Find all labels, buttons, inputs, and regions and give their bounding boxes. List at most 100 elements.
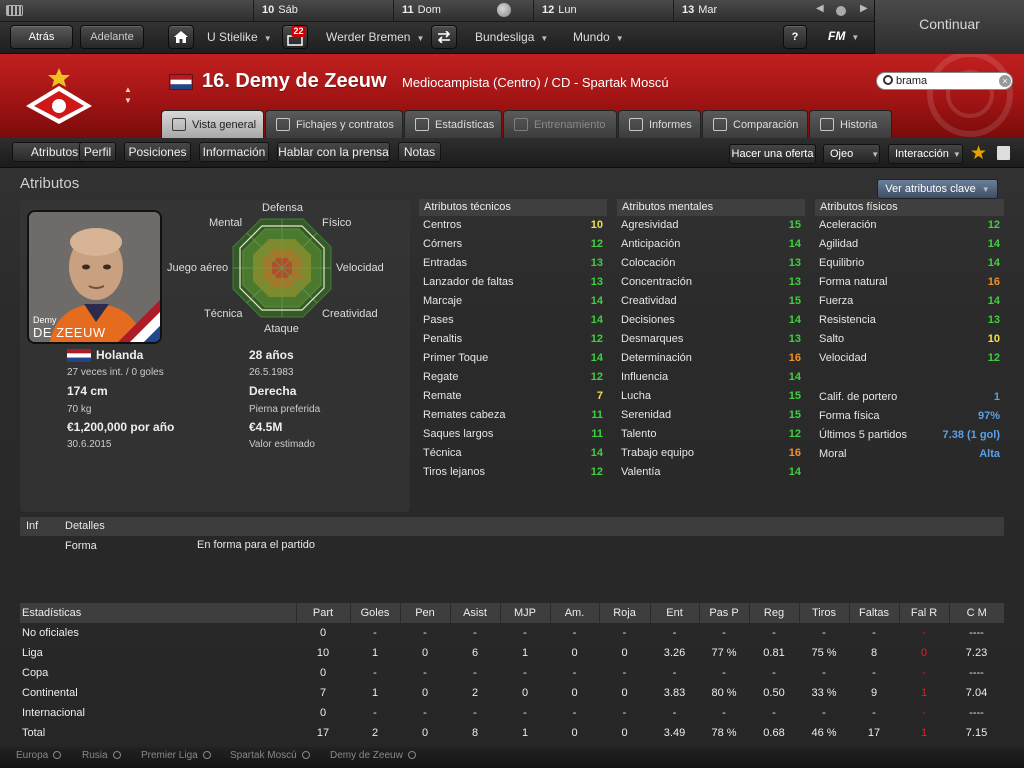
calendar-day[interactable]: 11 Dom <box>393 0 533 22</box>
interaction-menu[interactable]: Interacción ▼ <box>888 144 963 164</box>
tab-entrenamiento[interactable]: Entrenamiento <box>503 110 617 138</box>
stats-column-header[interactable]: MJP <box>499 603 550 623</box>
attribute-value: 15 <box>788 219 801 231</box>
scout-menu[interactable]: Ojeo ▼ <box>823 144 880 164</box>
stats-cell: 33 % <box>811 687 837 699</box>
circle-icon <box>112 751 121 759</box>
stats-column-header[interactable]: Goles <box>349 603 400 623</box>
attribute-name: Desmarques <box>621 333 684 345</box>
make-offer-button[interactable]: Hacer una oferta <box>729 144 816 164</box>
match-ball-icon <box>497 3 511 17</box>
details-row: Forma En forma para el partido <box>20 537 1004 559</box>
attribute-row: Salto 10 <box>815 330 1004 349</box>
stats-column-header[interactable]: Pen <box>399 603 450 623</box>
stats-column-header[interactable]: Pas P <box>698 603 749 623</box>
breadcrumb-club[interactable]: Spartak Moscú <box>230 750 310 761</box>
stats-column-header[interactable]: Part <box>295 603 350 623</box>
breadcrumb-liga[interactable]: Premier Liga <box>141 750 211 761</box>
attribute-row: Lucha 15 <box>617 387 805 406</box>
attribute-name: Trabajo equipo <box>621 447 694 459</box>
stats-cell: 0.50 <box>763 687 785 699</box>
stats-cell: 0 <box>920 647 928 659</box>
attribute-name: Remates cabeza <box>423 409 506 421</box>
calendar-today-icon[interactable] <box>836 6 846 16</box>
attribute-value: 10 <box>590 219 603 231</box>
help-button[interactable]: ? <box>783 25 807 49</box>
stats-column-header[interactable]: Roja <box>598 603 650 623</box>
swap-button[interactable] <box>431 25 457 49</box>
stats-cell: - <box>373 627 377 639</box>
calendar-day[interactable]: 13 Mar <box>673 0 811 22</box>
player-position-club: Mediocampista (Centro) / CD - Spartak Mo… <box>402 75 669 90</box>
key-attributes-button[interactable]: Ver atributos clave ▼ <box>877 179 998 199</box>
calendar-prev-icon[interactable]: ◀ <box>816 3 824 14</box>
swap-icon <box>437 30 451 44</box>
player-switch-arrows[interactable]: ▲ ▼ <box>124 84 132 106</box>
attribute-row: Tiros lejanos 12 <box>419 463 607 482</box>
calendar-day[interactable]: 12 Lun <box>533 0 673 22</box>
nationality[interactable]: Holanda <box>96 348 143 362</box>
tab-estadisticas[interactable]: Estadísticas <box>404 110 502 138</box>
subnav-notas[interactable]: Notas <box>398 142 441 162</box>
technical-attributes-header: Atributos técnicos <box>419 199 607 216</box>
breadcrumb-player[interactable]: Demy de Zeeuw <box>330 750 416 761</box>
continue-button[interactable]: Continuar <box>874 0 1024 54</box>
tab-vista-general[interactable]: Vista general <box>161 110 264 138</box>
tab-fichajes-contratos[interactable]: Fichajes y contratos <box>265 110 403 138</box>
subnav-perfil[interactable]: Perfil <box>79 142 116 162</box>
attribute-name: Determinación <box>621 352 692 364</box>
calendar-next-icon[interactable]: ▶ <box>860 3 868 14</box>
attribute-value: 15 <box>788 390 801 402</box>
details-col-detalles: Detalles <box>65 520 105 532</box>
fm-menu[interactable]: FM ▼ <box>828 29 859 43</box>
attribute-value: 14 <box>590 314 603 326</box>
attribute-value: 12 <box>987 352 1000 364</box>
keyboard-icon[interactable] <box>6 5 23 16</box>
stats-column-header[interactable]: Asist <box>449 603 500 623</box>
breadcrumb-europa[interactable]: Europa <box>16 750 62 761</box>
stats-column-header[interactable]: Estadísticas <box>20 603 296 623</box>
search-input[interactable] <box>896 73 996 89</box>
attribute-row: Regate 12 <box>419 368 607 387</box>
stats-column-header[interactable]: C M <box>948 603 1004 623</box>
stats-cell: - <box>722 627 726 639</box>
stats-column-header[interactable]: Tiros <box>798 603 849 623</box>
league-menu[interactable]: Bundesliga ▼ <box>475 30 548 44</box>
subnav-informacion[interactable]: Información <box>199 142 269 162</box>
stats-column-header[interactable]: Ent <box>649 603 699 623</box>
attribute-value: 13 <box>788 333 801 345</box>
forward-button[interactable]: Adelante <box>80 25 144 49</box>
home-button[interactable] <box>168 25 194 49</box>
stats-column-header[interactable]: Faltas <box>848 603 899 623</box>
attribute-row: Talento 12 <box>617 425 805 444</box>
tab-informes[interactable]: Informes <box>618 110 701 138</box>
attribute-row: Marcaje 14 <box>419 292 607 311</box>
stats-column-header[interactable]: Am. <box>549 603 599 623</box>
clear-search-icon[interactable]: × <box>999 75 1011 87</box>
attribute-row: Resistencia 13 <box>815 311 1004 330</box>
back-button[interactable]: Atrás <box>10 25 73 49</box>
subnav-posiciones[interactable]: Posiciones <box>124 142 191 162</box>
manager-menu[interactable]: U Stielike ▼ <box>207 30 272 44</box>
calendar-day[interactable]: 10 Sáb <box>253 0 393 22</box>
notepad-icon[interactable] <box>997 146 1010 160</box>
attribute-name: Valentía <box>621 466 661 478</box>
stats-cell: - <box>922 667 926 679</box>
star-icon[interactable]: ★ <box>970 142 987 165</box>
attribute-row: Forma física 97% <box>815 407 1004 426</box>
stats-cell: 0.68 <box>763 727 785 739</box>
tab-comparacion[interactable]: Comparación <box>702 110 808 138</box>
breadcrumb-rusia[interactable]: Rusia <box>82 750 121 761</box>
stats-column-header[interactable]: Reg <box>748 603 799 623</box>
world-menu[interactable]: Mundo ▼ <box>573 30 624 44</box>
circle-icon <box>301 751 310 759</box>
stats-column-header[interactable]: Fal R <box>898 603 949 623</box>
attribute-name: Fuerza <box>819 295 854 307</box>
stats-cell: - <box>922 707 926 719</box>
attribute-name: Lanzador de faltas <box>423 276 514 288</box>
tab-historia[interactable]: Historia <box>809 110 892 138</box>
club-menu[interactable]: Werder Bremen ▼ <box>326 30 424 44</box>
attribute-value: 13 <box>788 257 801 269</box>
stats-row-label: Internacional <box>22 707 85 719</box>
subnav-hablar-prensa[interactable]: Hablar con la prensa <box>277 142 390 162</box>
